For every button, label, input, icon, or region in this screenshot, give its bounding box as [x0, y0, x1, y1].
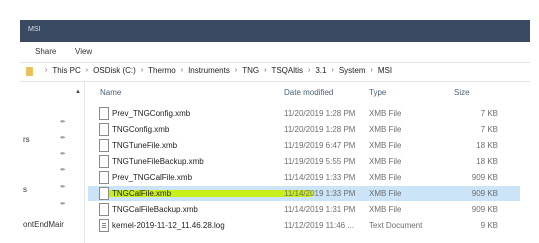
address-bar[interactable]: › This PC › OSDisk (C:) › Thermo › Instr…: [20, 62, 530, 82]
crumb-3-1[interactable]: 3.1: [315, 66, 326, 75]
file-list: Name Date modified Type Size Prev_TNGCon…: [88, 82, 520, 243]
file-size: 909 KB: [471, 173, 498, 182]
chevron-right-icon[interactable]: ›: [86, 67, 88, 74]
file-icon: [99, 187, 109, 200]
pin-icon[interactable]: ✒: [60, 134, 66, 142]
file-row[interactable]: kernel-2019-11-12_11.46.28.log 11/12/201…: [88, 218, 520, 233]
column-date[interactable]: Date modified: [284, 88, 333, 97]
window-title: MSI: [28, 26, 41, 33]
scroll-up-icon[interactable]: ▲: [75, 89, 81, 95]
crumb-instruments[interactable]: Instruments: [188, 66, 230, 75]
ribbon-tabs: Share View: [20, 42, 530, 62]
file-name: TNGConfig.xmb: [112, 125, 170, 134]
file-row[interactable]: TNGTuneFileBackup.xmb 11/19/2019 5:55 PM…: [88, 154, 520, 169]
nav-item[interactable]: rs: [23, 135, 30, 144]
file-date: 11/20/2019 1:28 PM: [284, 109, 356, 118]
file-date: 11/12/2019 11:46 ...: [284, 221, 354, 230]
crumb-this-pc[interactable]: This PC: [52, 66, 80, 75]
chevron-right-icon[interactable]: ›: [181, 67, 183, 74]
file-type: XMB File: [369, 205, 402, 214]
file-type: Text Document: [369, 221, 423, 230]
file-type: XMB File: [369, 125, 402, 134]
tab-view[interactable]: View: [75, 47, 92, 56]
nav-item[interactable]: ontEndMair: [23, 220, 64, 229]
title-bar: MSI: [20, 20, 530, 42]
file-type: XMB File: [369, 141, 402, 150]
file-icon: [99, 107, 109, 120]
column-size[interactable]: Size: [454, 88, 470, 97]
pin-icon[interactable]: ✒: [60, 118, 66, 126]
file-date: 11/19/2019 5:55 PM: [284, 157, 356, 166]
text-document-icon: [99, 219, 109, 232]
chevron-right-icon[interactable]: ›: [141, 67, 143, 74]
file-name: TNGTuneFile.xmb: [112, 141, 178, 150]
chevron-right-icon[interactable]: ›: [264, 67, 266, 74]
crumb-thermo[interactable]: Thermo: [148, 66, 176, 75]
file-size: 9 KB: [480, 221, 498, 230]
file-name: TNGCalFileBackup.xmb: [112, 205, 198, 214]
navigation-pane: ▲ ✒ rs ✒ ✒ ✒ s ✒ ✒ ontEndMair: [20, 82, 85, 243]
pin-icon[interactable]: ✒: [60, 150, 66, 158]
file-row[interactable]: TNGConfig.xmb 11/20/2019 1:28 PM XMB Fil…: [88, 122, 520, 137]
nav-item[interactable]: s: [23, 185, 27, 194]
file-type: XMB File: [369, 109, 402, 118]
file-name: Prev_TNGCalFile.xmb: [112, 173, 193, 182]
file-name: TNGTuneFileBackup.xmb: [112, 157, 204, 166]
file-row-selected[interactable]: TNGCalFile.xmb 11/14/2019 1:33 PM XMB Fi…: [88, 186, 520, 201]
pin-icon[interactable]: ✒: [60, 166, 66, 174]
crumb-tsqaltis[interactable]: TSQAltis: [271, 66, 303, 75]
file-size: 18 KB: [476, 157, 498, 166]
file-date: 11/14/2019 1:33 PM: [284, 189, 356, 198]
crumb-tng[interactable]: TNG: [242, 66, 259, 75]
file-size: 7 KB: [480, 125, 498, 134]
file-row[interactable]: TNGCalFileBackup.xmb 11/14/2019 1:31 PM …: [88, 202, 520, 217]
folder-icon: [26, 67, 33, 76]
chevron-right-icon[interactable]: ›: [331, 67, 333, 74]
file-size: 7 KB: [480, 109, 498, 118]
file-row[interactable]: Prev_TNGConfig.xmb 11/20/2019 1:28 PM XM…: [88, 106, 520, 121]
file-date: 11/14/2019 1:33 PM: [284, 173, 356, 182]
chevron-right-icon[interactable]: ›: [308, 67, 310, 74]
file-row[interactable]: Prev_TNGCalFile.xmb 11/14/2019 1:33 PM X…: [88, 170, 520, 185]
breadcrumb: › This PC › OSDisk (C:) › Thermo › Instr…: [40, 66, 392, 75]
file-type: XMB File: [369, 173, 402, 182]
crumb-system[interactable]: System: [339, 66, 366, 75]
chevron-right-icon[interactable]: ›: [235, 67, 237, 74]
pin-icon[interactable]: ✒: [60, 183, 66, 191]
file-icon: [99, 123, 109, 136]
column-name[interactable]: Name: [100, 88, 121, 97]
file-name: TNGCalFile.xmb: [112, 189, 172, 198]
file-row[interactable]: TNGTuneFile.xmb 11/19/2019 6:47 PM XMB F…: [88, 138, 520, 153]
file-date: 11/14/2019 1:31 PM: [284, 205, 356, 214]
file-size: 18 KB: [476, 141, 498, 150]
file-type: XMB File: [369, 157, 402, 166]
column-type[interactable]: Type: [369, 88, 386, 97]
file-icon: [99, 139, 109, 152]
file-icon: [99, 171, 109, 184]
file-name: kernel-2019-11-12_11.46.28.log: [112, 221, 225, 230]
file-type: XMB File: [369, 189, 402, 198]
crumb-osdisk[interactable]: OSDisk (C:): [93, 66, 136, 75]
file-size: 909 KB: [471, 189, 498, 198]
column-header: Name Date modified Type Size: [88, 88, 520, 102]
file-date: 11/19/2019 6:47 PM: [284, 141, 356, 150]
file-icon: [99, 155, 109, 168]
pin-icon[interactable]: ✒: [60, 200, 66, 208]
chevron-right-icon: ›: [45, 67, 48, 74]
file-date: 11/20/2019 1:28 PM: [284, 125, 356, 134]
crumb-msi[interactable]: MSI: [378, 66, 392, 75]
file-size: 909 KB: [471, 205, 498, 214]
file-icon: [99, 203, 109, 216]
chevron-right-icon[interactable]: ›: [370, 67, 372, 74]
tab-share[interactable]: Share: [35, 47, 56, 56]
file-name: Prev_TNGConfig.xmb: [112, 109, 191, 118]
